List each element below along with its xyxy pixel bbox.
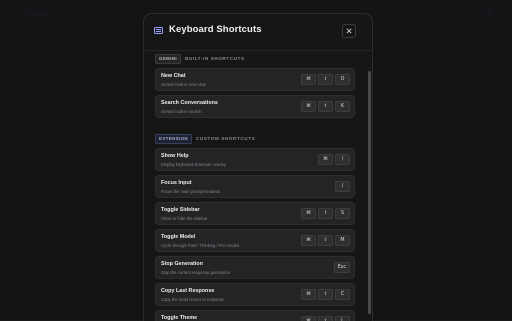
shortcut-keys: ⌘ /: [318, 154, 350, 165]
key-cap: ⌘: [301, 208, 316, 219]
shortcut-card[interactable]: Toggle ThemeCycle through System / Light…: [155, 310, 355, 321]
key-cap: ⌘: [301, 74, 316, 85]
key-cap: K: [335, 101, 350, 112]
shortcut-name: Focus Input: [161, 180, 192, 186]
key-cap: ⌘: [318, 154, 333, 165]
shortcut-keys: /: [335, 181, 350, 192]
section-header: GEMINI BUILT-IN SHORTCUTS: [155, 53, 245, 64]
shortcut-description: Cycle through Fast / Thinking / Pro mode…: [161, 243, 240, 248]
shortcut-name: Stop Generation: [161, 261, 203, 267]
modal-title: Keyboard Shortcuts: [169, 24, 262, 35]
header-divider: [144, 50, 372, 51]
key-cap: ⇧: [318, 74, 333, 85]
section-badge: GEMINI: [155, 53, 182, 64]
close-button[interactable]: ✕: [342, 24, 356, 38]
key-cap: S: [335, 208, 350, 219]
key-cap: ⇧: [318, 235, 333, 246]
key-cap: ⌘: [301, 289, 316, 300]
key-cap: ⇧: [318, 101, 333, 112]
shortcut-keys: ⌘ ⇧ S: [301, 208, 350, 219]
shortcut-name: Toggle Theme: [161, 315, 198, 321]
key-cap: ⌘: [301, 316, 316, 321]
shortcut-name: Search Conversations: [161, 100, 218, 106]
shortcut-description: Display keyboard shortcuts overlay: [161, 162, 226, 167]
shortcut-keys: Esc: [334, 262, 350, 273]
key-cap: ⇧: [318, 208, 333, 219]
shortcut-keys: ⌘ ⇧ M: [301, 235, 350, 246]
section-title: BUILT-IN SHORTCUTS: [185, 56, 245, 61]
shortcut-card[interactable]: Copy Last Response Copy the most recent A…: [155, 283, 355, 306]
key-cap: L: [335, 316, 350, 321]
shortcut-name: Copy Last Response: [161, 288, 215, 294]
shortcut-card[interactable]: Stop Generation Stop the current response…: [155, 256, 355, 279]
shortcut-card[interactable]: Toggle Model Cycle through Fast / Thinkin…: [155, 229, 355, 252]
shortcut-keys: ⌘ ⇧ K: [301, 101, 350, 112]
shortcut-keys: ⌘⇧L: [301, 316, 350, 321]
shortcut-name: Show Help: [161, 153, 189, 159]
shortcut-name: Toggle Sidebar: [161, 207, 200, 213]
keyboard-icon: [154, 27, 163, 34]
modal-header: Keyboard Shortcuts ✕: [144, 14, 372, 50]
key-cap: M: [335, 235, 350, 246]
key-cap: /: [335, 154, 350, 165]
key-cap: ⇧: [318, 316, 333, 321]
shortcut-description: Focus the main prompt textarea: [161, 189, 221, 194]
key-cap: Esc: [334, 262, 350, 273]
shortcut-description: Gemini built-in search: [161, 109, 202, 114]
scrollbar-thumb[interactable]: [368, 71, 371, 314]
key-cap: C: [335, 289, 350, 300]
shortcut-card[interactable]: Focus Input Focus the main prompt textare…: [155, 175, 355, 198]
shortcut-card[interactable]: New Chat Gemini built-in new chat ⌘ ⇧ O: [155, 68, 355, 91]
key-cap: ⌘: [301, 101, 316, 112]
shortcut-card[interactable]: Show Help Display keyboard shortcuts over…: [155, 148, 355, 171]
shortcut-description: Gemini built-in new chat: [161, 82, 206, 87]
shortcut-keys: ⌘ ⇧ C: [301, 289, 350, 300]
shortcut-name: New Chat: [161, 73, 186, 79]
shortcut-description: Show or hide the sidebar: [161, 216, 208, 221]
shortcut-card[interactable]: Search Conversations Gemini built-in sear…: [155, 95, 355, 118]
shortcut-name: Toggle Model: [161, 234, 196, 240]
section-badge: EXTENSION: [155, 133, 192, 144]
shortcut-card[interactable]: Toggle Sidebar Show or hide the sidebar ⌘ ⇧…: [155, 202, 355, 225]
shortcut-description: Stop the current response generation: [161, 270, 231, 275]
key-cap: O: [335, 74, 350, 85]
shortcuts-modal: Keyboard Shortcuts ✕ GEMINI BUILT-IN SHOR…: [143, 13, 373, 321]
shortcut-keys: ⌘ ⇧ O: [301, 74, 350, 85]
shortcut-description: Copy the most recent AI response: [161, 297, 225, 302]
key-cap: ⇧: [318, 289, 333, 300]
section-header: EXTENSION CUSTOM SHORTCUTS: [155, 133, 256, 144]
key-cap: /: [335, 181, 350, 192]
key-cap: ⌘: [301, 235, 316, 246]
section-title: CUSTOM SHORTCUTS: [195, 136, 256, 141]
